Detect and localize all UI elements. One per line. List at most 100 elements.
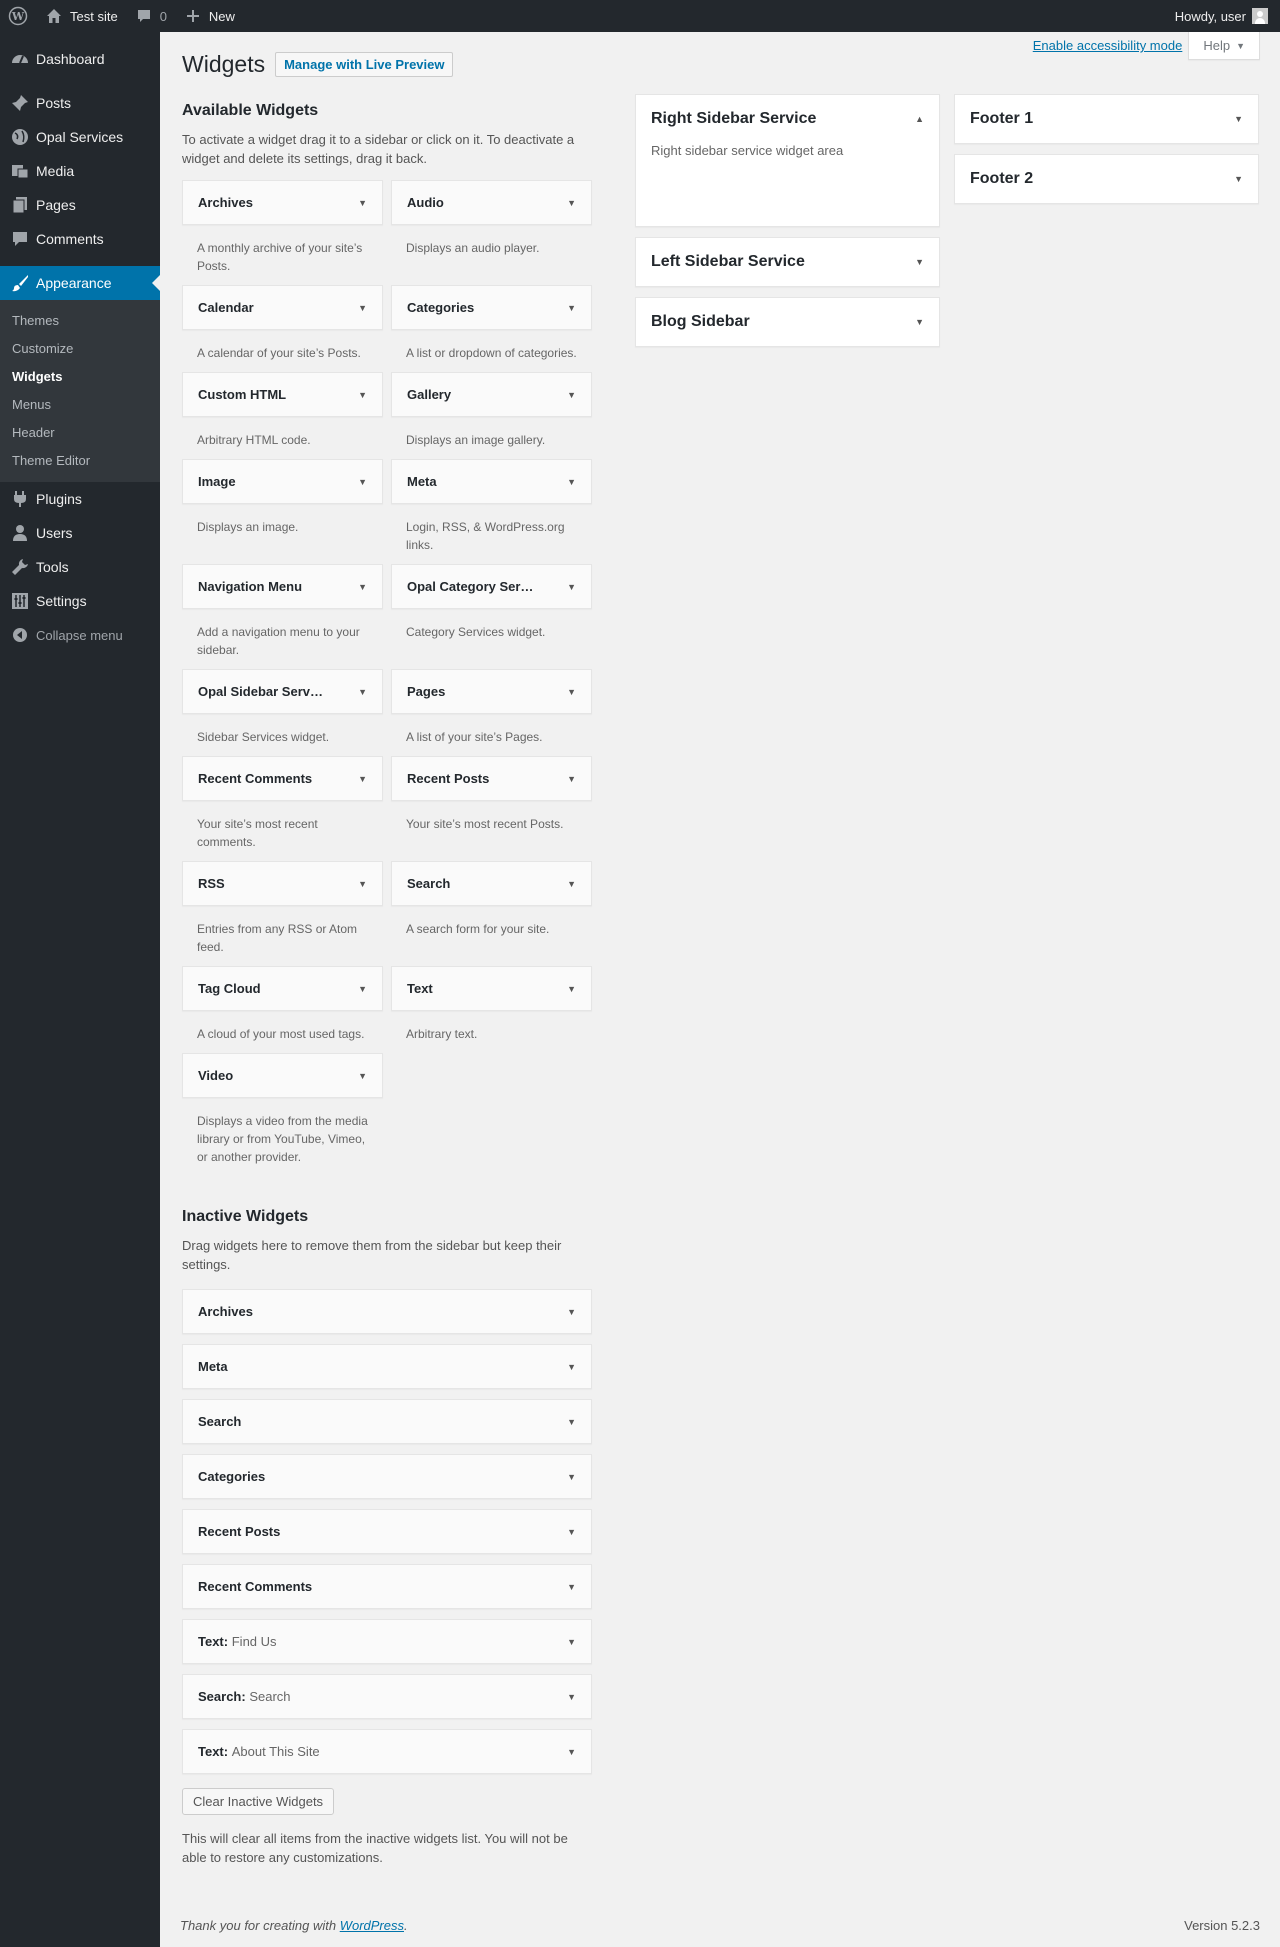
widget-pages[interactable]: Pages ▼ (391, 669, 592, 714)
accessibility-mode-link[interactable]: Enable accessibility mode (1033, 38, 1183, 53)
collapse-menu-button[interactable]: Collapse menu (0, 618, 160, 652)
arrow-down-icon[interactable]: ▼ (567, 198, 576, 208)
sidebar-area-header[interactable]: Right Sidebar Service ▲ (636, 95, 939, 143)
inactive-widget-search[interactable]: Search ▼ (182, 1399, 592, 1444)
arrow-down-icon[interactable]: ▼ (358, 687, 367, 697)
sidebar-area-header[interactable]: Footer 2 ▼ (955, 155, 1258, 203)
sidebar-area-header[interactable]: Blog Sidebar ▼ (636, 298, 939, 346)
widget-navigation-menu[interactable]: Navigation Menu ▼ (182, 564, 383, 609)
comments-link[interactable]: 0 (126, 0, 175, 32)
arrow-up-icon[interactable]: ▲ (915, 114, 924, 124)
menu-item-dashboard[interactable]: Dashboard (0, 42, 160, 76)
menu-item-plugins[interactable]: Plugins (0, 482, 160, 516)
inactive-widget-text-about-this-site[interactable]: Text: About This Site ▼ (182, 1729, 592, 1774)
inactive-widget-search-search[interactable]: Search: Search ▼ (182, 1674, 592, 1719)
arrow-down-icon[interactable]: ▼ (1234, 174, 1243, 184)
menu-item-appearance[interactable]: Appearance (0, 266, 160, 300)
widget-meta[interactable]: Meta ▼ (391, 459, 592, 504)
avatar (1252, 8, 1268, 24)
widget-title-name: Search (198, 1414, 242, 1429)
widget-opal-category-ser[interactable]: Opal Category Ser… ▼ (391, 564, 592, 609)
arrow-down-icon[interactable]: ▼ (567, 1417, 576, 1427)
widget-text[interactable]: Text ▼ (391, 966, 592, 1011)
help-button[interactable]: Help ▼ (1188, 32, 1260, 60)
widget-opal-sidebar-serv[interactable]: Opal Sidebar Serv… ▼ (182, 669, 383, 714)
live-preview-button[interactable]: Manage with Live Preview (275, 52, 454, 77)
inactive-widget-meta[interactable]: Meta ▼ (182, 1344, 592, 1389)
widget-recent-posts[interactable]: Recent Posts ▼ (391, 756, 592, 801)
arrow-down-icon[interactable]: ▼ (358, 879, 367, 889)
widget-video[interactable]: Video ▼ (182, 1053, 383, 1098)
arrow-down-icon[interactable]: ▼ (358, 303, 367, 313)
arrow-down-icon[interactable]: ▼ (358, 774, 367, 784)
submenu-item-header[interactable]: Header (0, 419, 160, 447)
arrow-down-icon[interactable]: ▼ (567, 477, 576, 487)
menu-item-settings[interactable]: Settings (0, 584, 160, 618)
widget-custom-html[interactable]: Custom HTML ▼ (182, 372, 383, 417)
arrow-down-icon[interactable]: ▼ (358, 198, 367, 208)
inactive-widget-text-find-us[interactable]: Text: Find Us ▼ (182, 1619, 592, 1664)
widget-search[interactable]: Search ▼ (391, 861, 592, 906)
widget-categories[interactable]: Categories ▼ (391, 285, 592, 330)
arrow-down-icon[interactable]: ▼ (567, 1307, 576, 1317)
arrow-down-icon[interactable]: ▼ (567, 1692, 576, 1702)
arrow-down-icon[interactable]: ▼ (358, 1071, 367, 1081)
arrow-down-icon[interactable]: ▼ (567, 1527, 576, 1537)
arrow-down-icon[interactable]: ▼ (567, 984, 576, 994)
arrow-down-icon[interactable]: ▼ (567, 1362, 576, 1372)
submenu-item-menus[interactable]: Menus (0, 391, 160, 419)
arrow-down-icon[interactable]: ▼ (567, 879, 576, 889)
arrow-down-icon[interactable]: ▼ (567, 582, 576, 592)
wordpress-logo[interactable]: W (0, 0, 36, 32)
arrow-down-icon[interactable]: ▼ (567, 1582, 576, 1592)
arrow-down-icon[interactable]: ▼ (567, 1747, 576, 1757)
menu-item-comments[interactable]: Comments (0, 222, 160, 256)
sidebar-area-header[interactable]: Left Sidebar Service ▼ (636, 238, 939, 286)
menu-item-posts[interactable]: Posts (0, 86, 160, 120)
menu-item-pages[interactable]: Pages (0, 188, 160, 222)
widget-image[interactable]: Image ▼ (182, 459, 383, 504)
inactive-widget-recent-posts[interactable]: Recent Posts ▼ (182, 1509, 592, 1554)
inactive-widget-recent-comments[interactable]: Recent Comments ▼ (182, 1564, 592, 1609)
clear-inactive-widgets-button[interactable]: Clear Inactive Widgets (182, 1788, 335, 1815)
arrow-down-icon[interactable]: ▼ (567, 774, 576, 784)
page-title: Widgets (182, 51, 266, 77)
widget-calendar[interactable]: Calendar ▼ (182, 285, 383, 330)
arrow-down-icon[interactable]: ▼ (358, 390, 367, 400)
new-content-link[interactable]: New (175, 0, 243, 32)
arrow-down-icon[interactable]: ▼ (358, 477, 367, 487)
menu-item-tools[interactable]: Tools (0, 550, 160, 584)
widget-archives[interactable]: Archives ▼ (182, 180, 383, 225)
widget-tag-cloud[interactable]: Tag Cloud ▼ (182, 966, 383, 1011)
arrow-down-icon[interactable]: ▼ (358, 984, 367, 994)
arrow-down-icon[interactable]: ▼ (915, 257, 924, 267)
menu-item-opal-services[interactable]: Opal Services (0, 120, 160, 154)
my-account[interactable]: Howdy, user (1167, 0, 1280, 32)
widget-audio[interactable]: Audio ▼ (391, 180, 592, 225)
widget-title-name: Archives (198, 1304, 253, 1319)
wordpress-link[interactable]: WordPress (340, 1918, 404, 1933)
menu-item-media[interactable]: Media (0, 154, 160, 188)
arrow-down-icon[interactable]: ▼ (567, 390, 576, 400)
sidebar-area-header[interactable]: Footer 1 ▼ (955, 95, 1258, 143)
arrow-down-icon[interactable]: ▼ (567, 687, 576, 697)
arrow-down-icon[interactable]: ▼ (1234, 114, 1243, 124)
arrow-down-icon[interactable]: ▼ (567, 303, 576, 313)
arrow-down-icon[interactable]: ▼ (358, 582, 367, 592)
widget-rss[interactable]: RSS ▼ (182, 861, 383, 906)
inactive-widget-archives[interactable]: Archives ▼ (182, 1289, 592, 1334)
submenu-item-widgets[interactable]: Widgets (0, 363, 160, 391)
widget-description: Your site’s most recent Posts. (406, 817, 564, 831)
site-name-link[interactable]: Test site (36, 0, 126, 32)
widget-recent-comments[interactable]: Recent Comments ▼ (182, 756, 383, 801)
submenu-item-customize[interactable]: Customize (0, 335, 160, 363)
inactive-widget-categories[interactable]: Categories ▼ (182, 1454, 592, 1499)
submenu-item-theme-editor[interactable]: Theme Editor (0, 447, 160, 475)
widget-title-name: Text: (198, 1634, 229, 1649)
menu-item-users[interactable]: Users (0, 516, 160, 550)
arrow-down-icon[interactable]: ▼ (567, 1637, 576, 1647)
arrow-down-icon[interactable]: ▼ (567, 1472, 576, 1482)
widget-gallery[interactable]: Gallery ▼ (391, 372, 592, 417)
arrow-down-icon[interactable]: ▼ (915, 317, 924, 327)
submenu-item-themes[interactable]: Themes (0, 307, 160, 335)
